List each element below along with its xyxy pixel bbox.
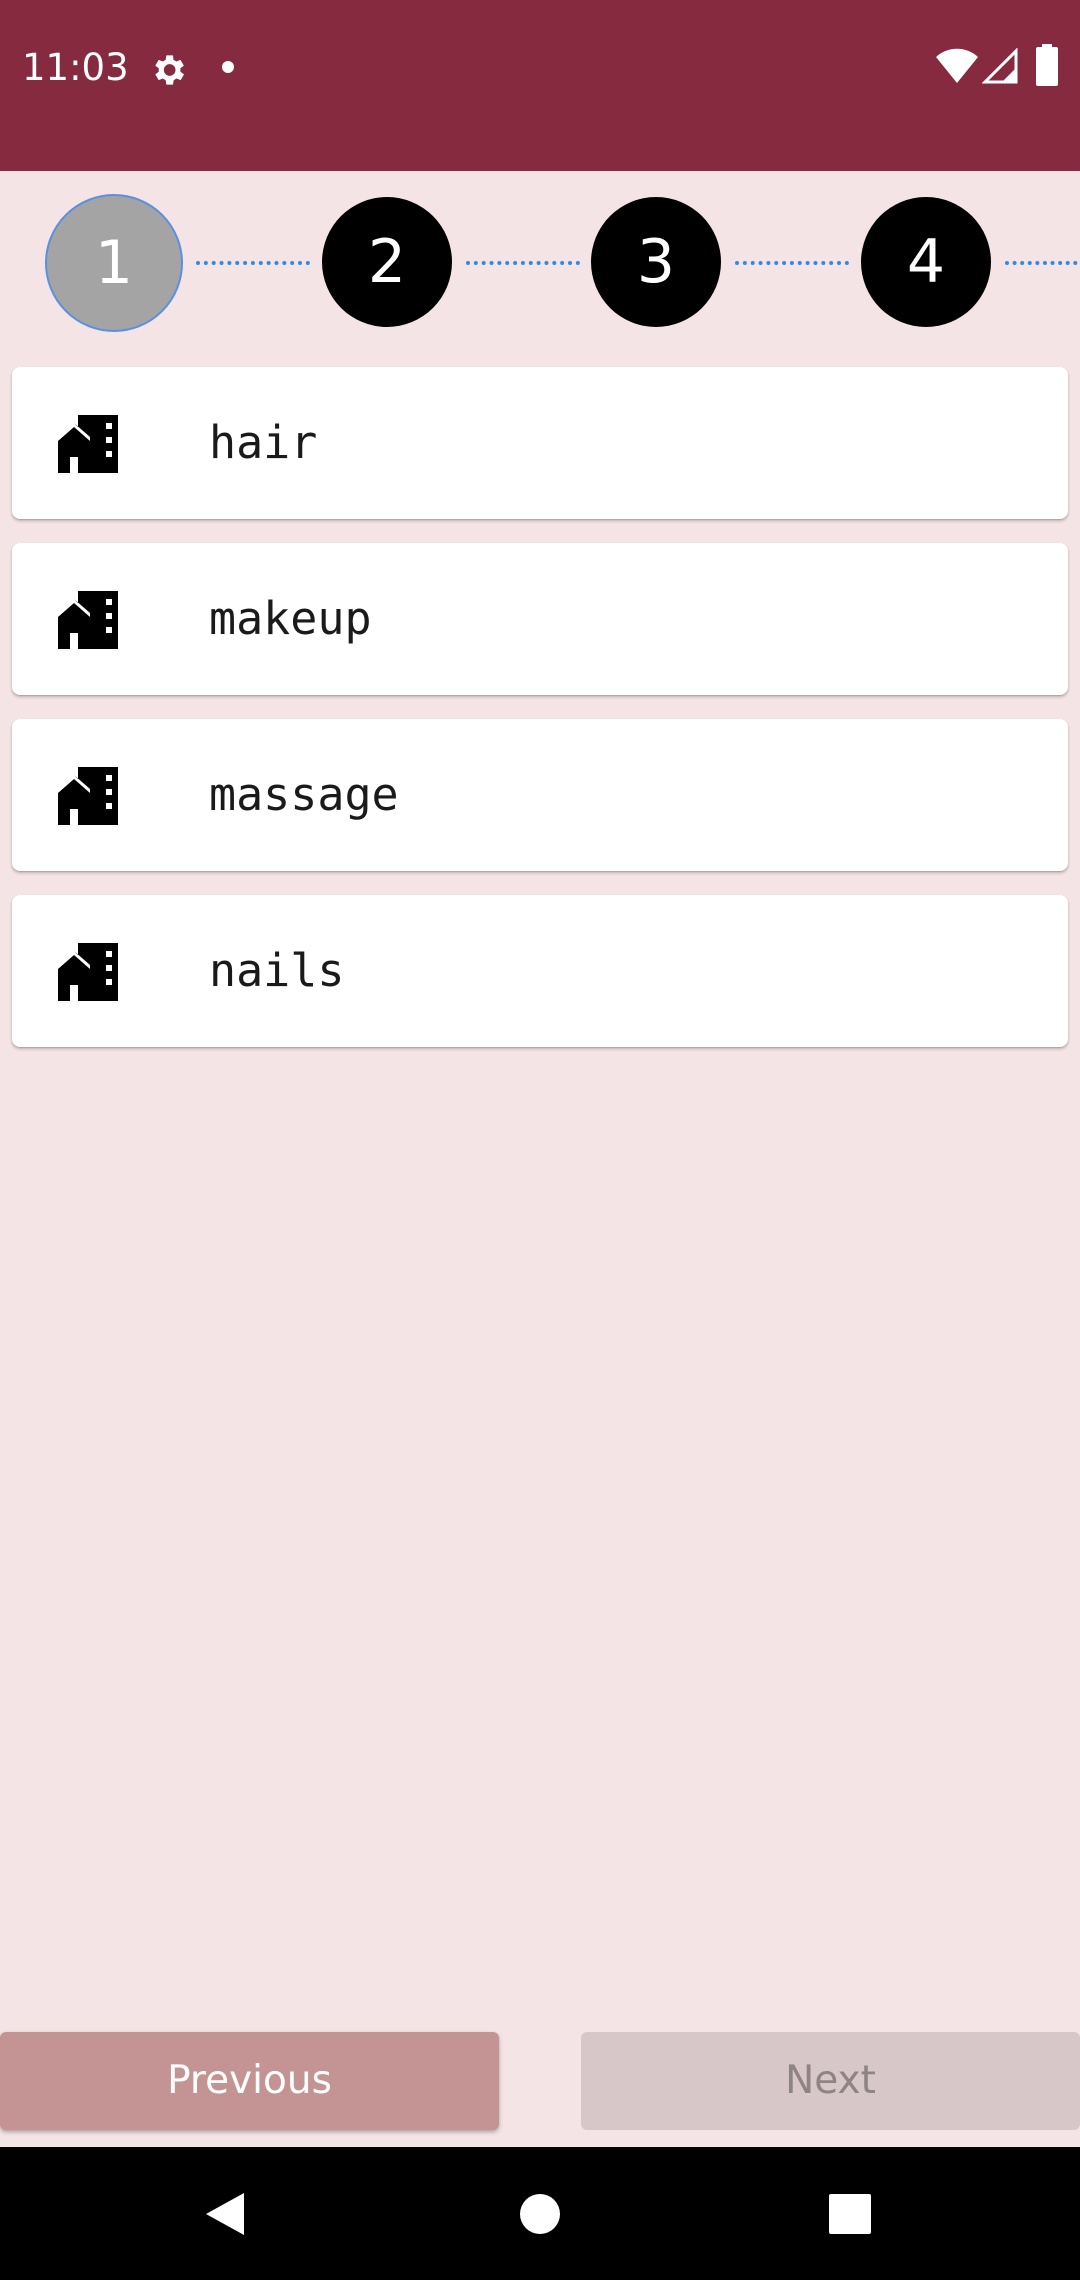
service-label: nails [209,944,345,997]
store-building-icon [58,943,118,1001]
step-4[interactable]: 4 [861,197,991,327]
stepper: 1 2 3 4 [0,171,1080,353]
status-bar: 11:03 [0,0,1080,171]
step-2[interactable]: 2 [322,197,452,327]
service-card-nails[interactable]: nails [12,895,1068,1047]
recents-icon[interactable] [829,2194,871,2234]
service-card-hair[interactable]: hair [12,367,1068,519]
status-time: 11:03 [22,46,129,89]
step-connector [466,261,580,265]
step-connector [735,261,849,265]
next-button: Next [581,2032,1080,2130]
battery-icon [1036,44,1058,86]
step-1[interactable]: 1 [45,194,183,332]
service-label: hair [209,416,318,469]
gear-icon [155,55,184,85]
store-building-icon [58,415,118,473]
back-icon[interactable] [204,2191,246,2237]
service-card-makeup[interactable]: makeup [12,543,1068,695]
navigation-bar [0,2147,1080,2280]
home-icon[interactable] [519,2193,561,2235]
service-label: makeup [209,592,372,645]
step-3[interactable]: 3 [591,197,721,327]
step-connector [1005,261,1080,265]
wifi-icon [936,48,978,83]
signal-icon [982,48,1018,84]
previous-button[interactable]: Previous [0,2032,499,2130]
step-connector [196,261,310,265]
dot-icon [222,61,234,73]
store-building-icon [58,767,118,825]
service-label: massage [209,768,399,821]
store-building-icon [58,591,118,649]
service-card-massage[interactable]: massage [12,719,1068,871]
